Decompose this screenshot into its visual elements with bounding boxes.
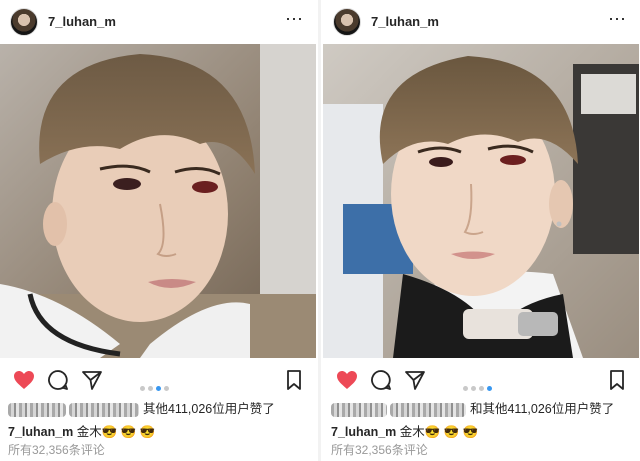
carousel-dot xyxy=(463,386,468,391)
caption-username[interactable]: 7_luhan_m xyxy=(8,425,73,439)
avatar[interactable] xyxy=(333,8,361,36)
username[interactable]: 7_luhan_m xyxy=(371,14,439,29)
carousel-dot xyxy=(148,386,153,391)
caption: 7_luhan_m 金木😎 😎 😎 xyxy=(8,421,155,440)
heart-icon[interactable] xyxy=(12,368,36,392)
username[interactable]: 7_luhan_m xyxy=(48,14,116,29)
bookmark-icon[interactable] xyxy=(605,368,629,392)
likes-line[interactable]: 其他411,026位用户赞了 xyxy=(8,398,312,417)
share-icon[interactable] xyxy=(80,368,104,392)
selfie-illustration xyxy=(323,44,639,358)
likes-count-text: 其他411,026位用户赞了 xyxy=(142,402,275,416)
instagram-post-left: 7_luhan_m ⋯ 其他411,026位用户赞了 7_luhan_m 金木😎… xyxy=(0,0,316,461)
divider xyxy=(318,0,321,461)
carousel-dot xyxy=(140,386,145,391)
carousel-dot xyxy=(471,386,476,391)
post-actions xyxy=(323,366,639,394)
carousel-dot xyxy=(164,386,169,391)
comment-icon[interactable] xyxy=(46,368,70,392)
carousel-dot-active xyxy=(156,386,161,391)
instagram-post-right: 7_luhan_m ⋯ 和其他411,026位用户赞了 7_luhan_m 金木… xyxy=(323,0,639,461)
carousel-indicator xyxy=(140,378,172,391)
view-comments-link[interactable]: 所有32,356条评论 xyxy=(331,441,428,458)
carousel-indicator xyxy=(463,378,495,391)
caption: 7_luhan_m 金木😎 😎 😎 xyxy=(331,421,478,440)
more-options-icon[interactable]: ⋯ xyxy=(285,10,304,28)
blurred-username xyxy=(390,402,467,417)
blurred-username xyxy=(331,402,387,417)
share-icon[interactable] xyxy=(403,368,427,392)
likes-count-text: 和其他411,026位用户赞了 xyxy=(469,402,615,416)
comment-icon[interactable] xyxy=(369,368,393,392)
post-header: 7_luhan_m ⋯ xyxy=(323,0,639,44)
more-options-icon[interactable]: ⋯ xyxy=(608,10,627,28)
caption-username[interactable]: 7_luhan_m xyxy=(331,425,396,439)
caption-text: 金木😎 😎 😎 xyxy=(399,425,479,439)
post-photo[interactable] xyxy=(0,44,316,358)
carousel-dot-active xyxy=(487,386,492,391)
blurred-username xyxy=(69,402,140,417)
post-photo[interactable] xyxy=(323,44,639,358)
likes-line[interactable]: 和其他411,026位用户赞了 xyxy=(331,398,635,417)
screenshot-collage: 7_luhan_m ⋯ 其他411,026位用户赞了 7_luhan_m 金木😎… xyxy=(0,0,640,461)
bookmark-icon[interactable] xyxy=(282,368,306,392)
view-comments-link[interactable]: 所有32,356条评论 xyxy=(8,441,105,458)
carousel-dot xyxy=(479,386,484,391)
blurred-username xyxy=(8,402,66,417)
avatar[interactable] xyxy=(10,8,38,36)
post-actions xyxy=(0,366,316,394)
selfie-illustration xyxy=(0,44,316,358)
caption-text: 金木😎 😎 😎 xyxy=(76,425,156,439)
heart-icon[interactable] xyxy=(335,368,359,392)
post-header: 7_luhan_m ⋯ xyxy=(0,0,316,44)
